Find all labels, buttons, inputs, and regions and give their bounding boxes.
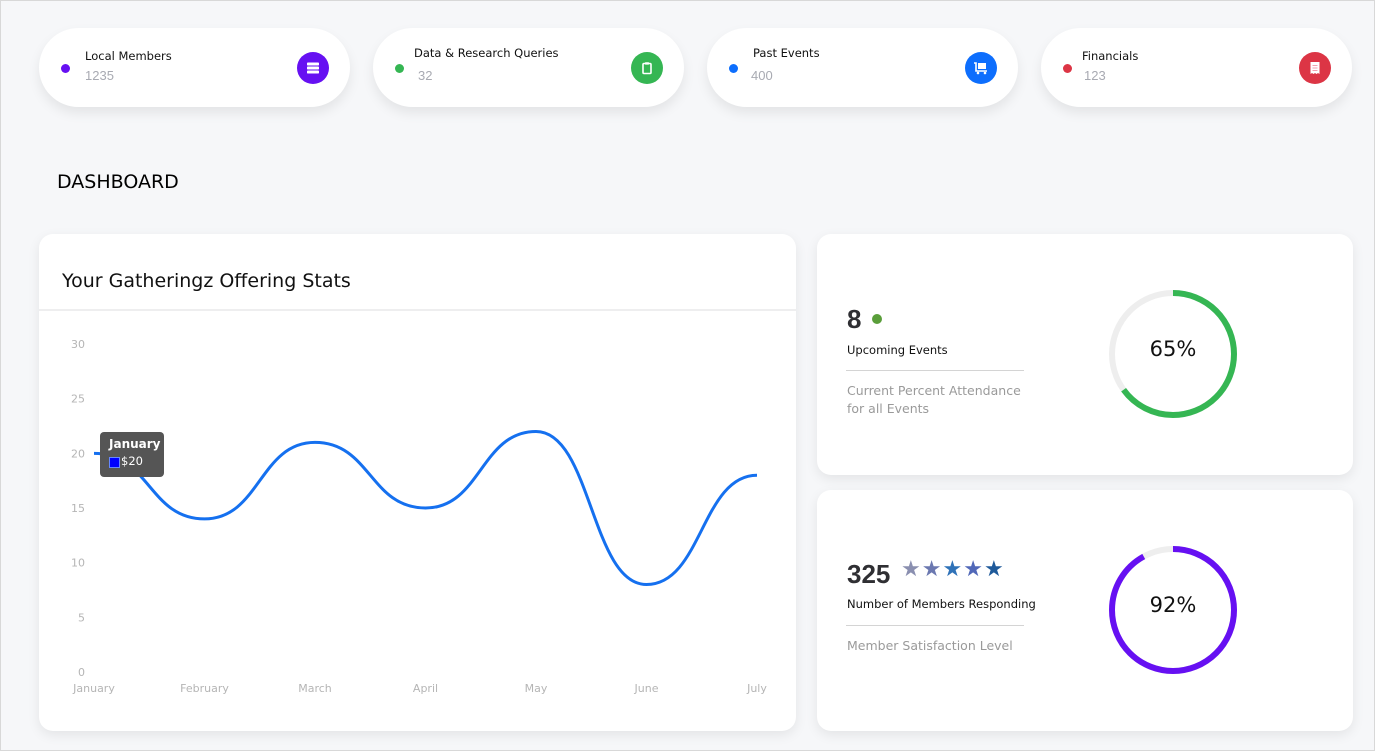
chart-tooltip: January $20 bbox=[100, 432, 164, 477]
attendance-description: Current Percent Attendance for all Event… bbox=[847, 383, 1021, 416]
data-point[interactable] bbox=[201, 515, 209, 523]
x-tick-label: June bbox=[634, 682, 659, 695]
satisfaction-description: Member Satisfaction Level bbox=[847, 638, 1013, 653]
star-icon: ★ bbox=[901, 557, 921, 582]
x-tick-label: March bbox=[298, 682, 332, 695]
data-point[interactable] bbox=[643, 581, 651, 589]
star-icon: ★ bbox=[942, 557, 963, 582]
star-icon: ★ bbox=[983, 557, 1004, 582]
x-tick-label: February bbox=[180, 682, 229, 695]
attendance-card: 8 Upcoming Events Current Percent Attend… bbox=[817, 234, 1353, 475]
data-point[interactable] bbox=[532, 427, 540, 435]
rating-stars: ★ ★ ★ ★ ★ bbox=[901, 559, 1004, 581]
attendance-percent: 65% bbox=[1149, 337, 1197, 361]
star-icon: ★ bbox=[963, 557, 983, 582]
members-responding-label: Number of Members Responding bbox=[847, 597, 1036, 611]
satisfaction-percent: 92% bbox=[1149, 593, 1197, 617]
star-icon: ★ bbox=[921, 557, 942, 582]
y-tick-label: 20 bbox=[71, 447, 85, 460]
divider bbox=[846, 625, 1024, 626]
members-responding-count: 325 bbox=[847, 559, 891, 589]
y-tick-label: 5 bbox=[78, 611, 85, 624]
upcoming-events-count: 8 bbox=[847, 304, 862, 334]
x-tick-label: May bbox=[525, 682, 548, 695]
tooltip-value: $20 bbox=[121, 454, 143, 468]
data-point[interactable] bbox=[311, 438, 319, 446]
tooltip-title: January bbox=[109, 437, 161, 451]
data-point[interactable] bbox=[422, 504, 430, 512]
y-tick-label: 10 bbox=[71, 557, 85, 570]
y-tick-label: 30 bbox=[71, 338, 85, 351]
y-tick-label: 15 bbox=[71, 502, 85, 515]
data-point[interactable] bbox=[90, 449, 98, 457]
y-tick-label: 0 bbox=[78, 666, 85, 679]
satisfaction-card: 325 ★ ★ ★ ★ ★ Number of Members Responding M… bbox=[817, 490, 1353, 731]
x-tick-label: January bbox=[72, 682, 115, 695]
data-point[interactable] bbox=[753, 471, 761, 479]
divider bbox=[846, 370, 1024, 371]
y-tick-label: 25 bbox=[71, 393, 85, 406]
status-dot bbox=[872, 314, 882, 324]
x-tick-label: April bbox=[413, 682, 438, 695]
x-tick-label: July bbox=[746, 682, 767, 695]
upcoming-events-label: Upcoming Events bbox=[847, 343, 948, 357]
tooltip-swatch bbox=[109, 457, 120, 468]
